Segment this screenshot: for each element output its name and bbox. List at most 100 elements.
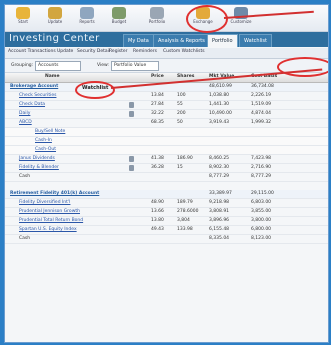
- view-select[interactable]: Portfolio Value: [111, 61, 159, 71]
- reports-icon: [80, 7, 94, 19]
- row-price: 49.43: [151, 227, 164, 232]
- document-icon[interactable]: [129, 165, 134, 171]
- row-name[interactable]: Daily: [19, 111, 30, 116]
- tab-my-data[interactable]: My Data: [123, 34, 154, 47]
- row-mkt-value: 8,777.29: [209, 174, 230, 179]
- toolbar-budget-button[interactable]: Budget: [104, 7, 134, 29]
- cash-row[interactable]: Cash 8,777.29 8,777.29: [5, 173, 328, 182]
- holding-row[interactable]: Prudential Jennison Growth 13.66 278.6000 3…: [5, 208, 328, 217]
- holding-row[interactable]: Spartan U.S. Equity Index 49.43 133.98 6,15…: [5, 226, 328, 235]
- row-mkt-value: 8,460.25: [209, 156, 230, 161]
- watchlist-annotation-label: Watchlist: [82, 85, 109, 91]
- row-price: 32.22: [151, 111, 164, 116]
- row-cost-basis: 6,800.00: [251, 227, 272, 232]
- row-name[interactable]: Fidelity & Blender: [19, 165, 59, 170]
- menu-account-transactions[interactable]: Account Transactions: [8, 49, 56, 54]
- row-name[interactable]: Cash-In: [35, 138, 52, 143]
- row-shares: 189.79: [177, 200, 193, 205]
- grouping-select[interactable]: Accounts: [35, 61, 81, 71]
- portfolio-icon: [150, 7, 164, 19]
- toolbar-portfolio-button[interactable]: Portfolio: [142, 7, 172, 29]
- row-name[interactable]: Prudential Jennison Growth: [19, 209, 80, 214]
- row-cost-basis: 6,803.00: [251, 200, 272, 205]
- row-mkt-value: 3,919.43: [209, 120, 230, 125]
- row-name[interactable]: Cash: [19, 236, 30, 241]
- holding-row[interactable]: Prudential Total Return Bond 13.80 3,804 3,…: [5, 217, 328, 226]
- tab-watchlist[interactable]: Watchlist: [239, 34, 272, 47]
- row-price: 41.38: [151, 156, 164, 161]
- row-name[interactable]: ABCD: [19, 120, 32, 125]
- holding-row[interactable]: Check Data 27.84 55 1,441.30 1,519.09: [5, 101, 328, 110]
- column-header-shares[interactable]: Shares: [177, 74, 194, 79]
- account-row[interactable]: Brokerage Account 48,610.99 36,734.08: [5, 83, 328, 92]
- row-cost-basis: 7,423.98: [251, 156, 272, 161]
- holding-row[interactable]: Fidelity & Blender 36.28 15 8,902.30 2,716.9…: [5, 164, 328, 173]
- row-price: 13.66: [151, 209, 164, 214]
- row-shares: 55: [177, 102, 183, 107]
- holding-row[interactable]: Cash-Out: [5, 146, 328, 155]
- holding-row[interactable]: Janus Dividends 41.38 186.90 8,460.25 7,423.…: [5, 155, 328, 164]
- row-cost-basis: 1,519.09: [251, 102, 272, 107]
- row-cost-basis: 1,999.32: [251, 120, 272, 125]
- menu-custom-watchlists[interactable]: Custom Watchlists: [163, 49, 205, 54]
- column-header-price[interactable]: Price: [151, 74, 164, 79]
- row-name[interactable]: Spartan U.S. Equity Index: [19, 227, 77, 232]
- menu-security-detail[interactable]: Security Detail: [77, 49, 110, 54]
- document-icon[interactable]: [129, 111, 134, 117]
- row-name[interactable]: Check Securities: [19, 93, 56, 98]
- holding-row[interactable]: Check Securities 13.84 100 1,038.80 2,226.19: [5, 92, 328, 101]
- holding-row[interactable]: Fidelity Diversified Int'l 48.90 189.79 9,2…: [5, 199, 328, 208]
- row-name[interactable]: Brokerage Account: [10, 84, 58, 89]
- row-name[interactable]: Check Data: [19, 102, 45, 107]
- holding-row[interactable]: Cash-In: [5, 137, 328, 146]
- row-shares: 186.90: [177, 156, 193, 161]
- row-name[interactable]: Cash: [19, 174, 30, 179]
- holding-row[interactable]: Buy/Sell Note: [5, 128, 328, 137]
- row-shares: 15: [177, 165, 183, 170]
- row-mkt-value: 1,441.30: [209, 102, 230, 107]
- annotation-ellipse-custom-watchlists: [277, 57, 328, 77]
- tab-portfolio[interactable]: Portfolio: [207, 34, 238, 47]
- menu-register[interactable]: Register: [109, 49, 128, 54]
- toolbar-update-button[interactable]: Update: [40, 7, 70, 29]
- row-shares: 200: [177, 111, 186, 116]
- row-shares: 100: [177, 93, 186, 98]
- annotation-ellipse-exchange: [186, 5, 228, 33]
- column-header-name[interactable]: Name: [45, 74, 60, 79]
- row-shares: 133.98: [177, 227, 193, 232]
- menu-reminders[interactable]: Reminders: [133, 49, 157, 54]
- row-cost-basis: 36,734.08: [251, 84, 274, 89]
- holding-row[interactable]: Daily 32.22 200 10,490.00 4,874.04: [5, 110, 328, 119]
- row-name[interactable]: Prudential Total Return Bond: [19, 218, 83, 223]
- document-icon[interactable]: [129, 102, 134, 108]
- menu-update[interactable]: Update: [57, 49, 73, 54]
- row-name[interactable]: Cash-Out: [35, 147, 56, 152]
- toolbar-reports-button[interactable]: Reports: [72, 7, 102, 29]
- row-name[interactable]: Buy/Sell Note: [35, 129, 65, 134]
- toolbar-start-button[interactable]: Start: [8, 7, 38, 29]
- document-icon[interactable]: [129, 156, 134, 162]
- row-mkt-value: 3,808.91: [209, 209, 230, 214]
- row-name[interactable]: Fidelity Diversified Int'l: [19, 200, 70, 205]
- row-name[interactable]: Janus Dividends: [19, 156, 55, 161]
- row-cost-basis: 29,115.00: [251, 191, 274, 196]
- row-cost-basis: 2,226.19: [251, 93, 272, 98]
- row-shares: 278.6000: [177, 209, 199, 214]
- holding-row[interactable]: ABCD 68.35 50 3,919.43 1,999.32: [5, 119, 328, 128]
- row-mkt-value: 8,902.30: [209, 165, 230, 170]
- tab-analysis-reports[interactable]: Analysis & Reports: [153, 34, 210, 47]
- row-mkt-value: 33,389.97: [209, 191, 232, 196]
- row-cost-basis: 4,874.04: [251, 111, 272, 116]
- row-price: 13.84: [151, 93, 164, 98]
- view-label: View:: [97, 63, 109, 68]
- row-cost-basis: 3,800.00: [251, 218, 272, 223]
- action-menubar: Account Transactions Update Security Det…: [5, 48, 328, 59]
- empty-pane: [5, 265, 328, 342]
- row-price: 27.84: [151, 102, 164, 107]
- account-row[interactable]: Retirement Fidelity 401(k) Account 33,389…: [5, 190, 328, 199]
- row-name[interactable]: Retirement Fidelity 401(k) Account: [10, 191, 99, 196]
- cash-row[interactable]: Cash 8,335.04 8,123.00: [5, 235, 328, 244]
- grouping-label: Grouping:: [11, 63, 34, 68]
- row-cost-basis: 3,855.00: [251, 209, 272, 214]
- budget-icon: [112, 7, 126, 19]
